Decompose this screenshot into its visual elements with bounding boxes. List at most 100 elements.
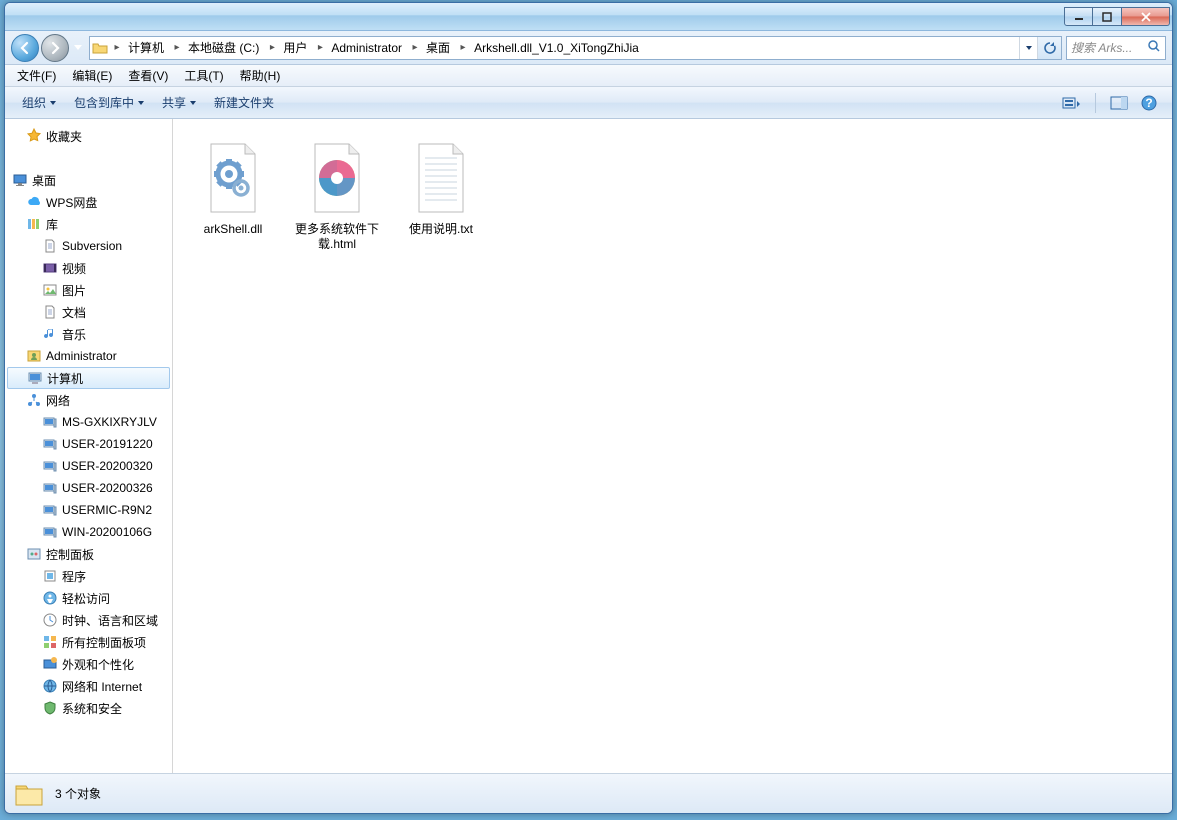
- sidebar-item-label: USER-20200326: [62, 481, 153, 495]
- status-bar: 3 个对象: [5, 773, 1172, 813]
- sidebar-item[interactable]: 图片: [5, 279, 172, 301]
- sidebar-item-label: 系统和安全: [62, 700, 122, 717]
- search-input[interactable]: 搜索 Arks...: [1066, 36, 1166, 60]
- sidebar-item[interactable]: 所有控制面板项: [5, 631, 172, 653]
- organize-button[interactable]: 组织: [13, 89, 65, 116]
- file-list[interactable]: arkShell.dll更多系统软件下载.html使用说明.txt: [173, 119, 1172, 773]
- menu-file[interactable]: 文件(F): [9, 65, 64, 86]
- file-item[interactable]: 使用说明.txt: [393, 131, 489, 257]
- breadcrumb[interactable]: Arkshell.dll_V1.0_XiTongZhiJia: [470, 37, 645, 59]
- security-icon: [41, 699, 59, 717]
- sidebar-item[interactable]: 系统和安全: [5, 697, 172, 719]
- sidebar-item[interactable]: 控制面板: [5, 543, 172, 565]
- breadcrumb[interactable]: 桌面: [422, 37, 456, 59]
- sidebar-item[interactable]: 外观和个性化: [5, 653, 172, 675]
- include-button[interactable]: 包含到库中: [65, 89, 153, 116]
- folder-icon: [13, 778, 45, 810]
- breadcrumb[interactable]: 计算机: [124, 37, 170, 59]
- menu-view[interactable]: 查看(V): [120, 65, 176, 86]
- refresh-button[interactable]: [1037, 37, 1061, 59]
- sidebar-item-label: 图片: [62, 282, 86, 299]
- sidebar-item-label: 桌面: [32, 172, 56, 189]
- pc-icon: [41, 457, 59, 475]
- sidebar-item-label: 文档: [62, 304, 86, 321]
- menu-tools[interactable]: 工具(T): [176, 65, 231, 86]
- file-item[interactable]: 更多系统软件下载.html: [289, 131, 385, 257]
- pc-icon: [41, 501, 59, 519]
- newfolder-button[interactable]: 新建文件夹: [205, 89, 283, 116]
- sidebar-item[interactable]: 计算机: [7, 367, 170, 389]
- sidebar-item[interactable]: 视频: [5, 257, 172, 279]
- close-button[interactable]: [1122, 7, 1170, 26]
- dll-file-icon: [197, 136, 269, 220]
- sidebar-item-label: 收藏夹: [46, 128, 82, 145]
- share-button[interactable]: 共享: [153, 89, 205, 116]
- breadcrumb[interactable]: 本地磁盘 (C:): [184, 37, 265, 59]
- chevron-right-icon[interactable]: ▸: [313, 37, 327, 59]
- breadcrumb[interactable]: 用户: [279, 37, 313, 59]
- pc-icon: [41, 479, 59, 497]
- forward-button[interactable]: [41, 34, 69, 62]
- sidebar-item[interactable]: Subversion: [5, 235, 172, 257]
- chevron-right-icon[interactable]: ▸: [170, 37, 184, 59]
- sidebar-item[interactable]: MS-GXKIXRYJLV: [5, 411, 172, 433]
- sidebar-item-label: 程序: [62, 568, 86, 585]
- address-dropdown[interactable]: [1019, 37, 1037, 59]
- chevron-right-icon[interactable]: ▸: [408, 37, 422, 59]
- breadcrumb[interactable]: Administrator: [327, 37, 408, 59]
- sidebar-item[interactable]: 程序: [5, 565, 172, 587]
- svg-text:?: ?: [1145, 96, 1152, 110]
- sidebar-item[interactable]: 轻松访问: [5, 587, 172, 609]
- chevron-right-icon[interactable]: ▸: [456, 37, 470, 59]
- sidebar-item[interactable]: USER-20200320: [5, 455, 172, 477]
- clock-icon: [41, 611, 59, 629]
- sidebar-item[interactable]: 文档: [5, 301, 172, 323]
- star-icon: [25, 127, 43, 145]
- picture-icon: [41, 281, 59, 299]
- sidebar-item[interactable]: USER-20191220: [5, 433, 172, 455]
- sidebar-item[interactable]: 网络: [5, 389, 172, 411]
- minimize-button[interactable]: [1064, 7, 1093, 26]
- program-icon: [41, 567, 59, 585]
- sidebar-item[interactable]: WPS网盘: [5, 191, 172, 213]
- sidebar-item-label: 库: [46, 216, 58, 233]
- sidebar-desktop[interactable]: 桌面: [5, 169, 172, 191]
- file-item[interactable]: arkShell.dll: [185, 131, 281, 257]
- doc-icon: [41, 237, 59, 255]
- sidebar-item-label: 音乐: [62, 326, 86, 343]
- help-button[interactable]: ?: [1138, 92, 1160, 114]
- chevron-right-icon[interactable]: ▸: [110, 37, 124, 59]
- sidebar-item-label: USERMIC-R9N2: [62, 503, 152, 517]
- command-bar: 组织 包含到库中 共享 新建文件夹 ?: [5, 87, 1172, 119]
- sidebar-item[interactable]: 时钟、语言和区域: [5, 609, 172, 631]
- computer-icon: [26, 369, 44, 387]
- sidebar-item[interactable]: 网络和 Internet: [5, 675, 172, 697]
- library-icon: [25, 215, 43, 233]
- menu-help[interactable]: 帮助(H): [232, 65, 289, 86]
- sidebar-item[interactable]: USER-20200326: [5, 477, 172, 499]
- view-options-button[interactable]: [1061, 92, 1083, 114]
- nav-bar: ▸ 计算机 ▸ 本地磁盘 (C:) ▸ 用户 ▸ Administrator ▸…: [5, 31, 1172, 65]
- sidebar-item-label: 外观和个性化: [62, 656, 134, 673]
- sidebar-favorites[interactable]: 收藏夹: [5, 125, 172, 147]
- menu-edit[interactable]: 编辑(E): [64, 65, 120, 86]
- sidebar-item[interactable]: WIN-20200106G: [5, 521, 172, 543]
- allcp-icon: [41, 633, 59, 651]
- maximize-button[interactable]: [1093, 7, 1122, 26]
- sidebar-item-label: 视频: [62, 260, 86, 277]
- doc-icon: [41, 303, 59, 321]
- sidebar-item-label: WPS网盘: [46, 194, 97, 211]
- chevron-right-icon[interactable]: ▸: [265, 37, 279, 59]
- sidebar-item[interactable]: Administrator: [5, 345, 172, 367]
- network-icon: [25, 391, 43, 409]
- sidebar-item-label: Administrator: [46, 349, 117, 363]
- back-button[interactable]: [11, 34, 39, 62]
- sidebar-item[interactable]: 音乐: [5, 323, 172, 345]
- address-bar[interactable]: ▸ 计算机 ▸ 本地磁盘 (C:) ▸ 用户 ▸ Administrator ▸…: [89, 36, 1062, 60]
- nav-history-dropdown[interactable]: [71, 38, 85, 58]
- music-icon: [41, 325, 59, 343]
- preview-pane-button[interactable]: [1108, 92, 1130, 114]
- sidebar-item[interactable]: 库: [5, 213, 172, 235]
- sidebar-item[interactable]: USERMIC-R9N2: [5, 499, 172, 521]
- txt-file-icon: [405, 136, 477, 220]
